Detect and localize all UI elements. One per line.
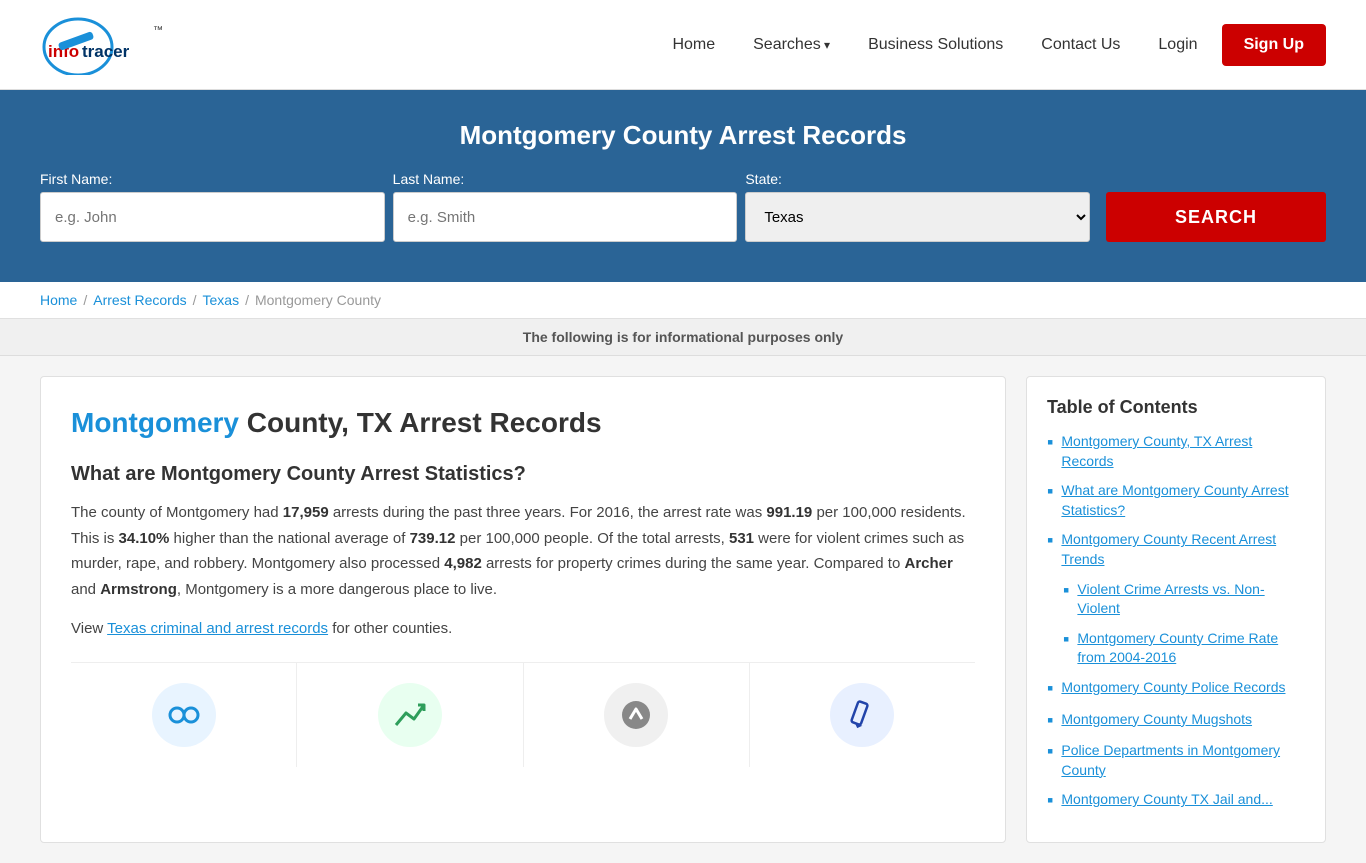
- toc-bullet-7: ▪: [1047, 710, 1053, 732]
- toc-bullet-4: ▪: [1063, 580, 1069, 602]
- heading-rest: County, TX Arrest Records: [239, 407, 602, 438]
- county1-name: Archer: [904, 555, 952, 572]
- nav-searches[interactable]: Searches: [739, 28, 844, 62]
- breadcrumb: Home / Arrest Records / Texas / Montgome…: [40, 292, 1326, 308]
- nav-business-solutions[interactable]: Business Solutions: [854, 28, 1017, 62]
- nav-login[interactable]: Login: [1144, 28, 1211, 62]
- up-icon: [604, 683, 668, 747]
- svg-text:tracer: tracer: [82, 42, 130, 61]
- last-name-group: Last Name:: [393, 171, 738, 242]
- breadcrumb-sep-1: /: [83, 292, 87, 308]
- toc-link-2[interactable]: What are Montgomery County Arrest Statis…: [1061, 481, 1305, 520]
- nav-home[interactable]: Home: [658, 28, 729, 62]
- arrests-count: 17,959: [283, 504, 329, 521]
- toc-link-9[interactable]: Montgomery County TX Jail and...: [1061, 790, 1272, 810]
- view-link-line: View Texas criminal and arrest records f…: [71, 616, 975, 642]
- national-rate: 739.12: [410, 530, 456, 547]
- logo-svg: info tracer ™: [40, 15, 240, 75]
- texas-records-link[interactable]: Texas criminal and arrest records: [107, 620, 328, 637]
- last-name-input[interactable]: [393, 192, 738, 242]
- stats-paragraph: The county of Montgomery had 17,959 arre…: [71, 500, 975, 602]
- toc-bullet-3: ▪: [1047, 530, 1053, 552]
- toc-link-8[interactable]: Police Departments in Montgomery County: [1061, 741, 1305, 780]
- property-count: 4,982: [444, 555, 482, 572]
- toc-link-5[interactable]: Montgomery County Crime Rate from 2004-2…: [1077, 629, 1305, 668]
- hero-section: Montgomery County Arrest Records First N…: [0, 90, 1366, 282]
- pct-higher: 34.10%: [119, 530, 170, 547]
- pen-icon: [830, 683, 894, 747]
- icon-pen: [750, 663, 975, 767]
- toc-item-6: ▪ Montgomery County Police Records: [1047, 678, 1305, 700]
- state-select[interactable]: Texas Alabama Alaska Arizona California: [745, 192, 1090, 242]
- toc-list: ▪ Montgomery County, TX Arrest Records ▪…: [1047, 432, 1305, 812]
- arrest-rate: 991.19: [766, 504, 812, 521]
- toc-link-7[interactable]: Montgomery County Mugshots: [1061, 710, 1252, 730]
- toc-item-9: ▪ Montgomery County TX Jail and...: [1047, 790, 1305, 812]
- info-note-text: The following is for informational purpo…: [523, 329, 843, 345]
- icon-trend: [297, 663, 523, 767]
- svg-text:™: ™: [153, 25, 163, 36]
- toc-bullet-5: ▪: [1063, 629, 1069, 651]
- logo[interactable]: info tracer ™: [40, 15, 240, 75]
- nav-signup-button[interactable]: Sign Up: [1222, 24, 1326, 66]
- main-heading: Montgomery County, TX Arrest Records: [71, 407, 975, 439]
- toc-item-7: ▪ Montgomery County Mugshots: [1047, 710, 1305, 732]
- trend-icon: [378, 683, 442, 747]
- icon-handcuffs: [71, 663, 297, 767]
- stats-heading: What are Montgomery County Arrest Statis…: [71, 463, 975, 486]
- breadcrumb-sep-3: /: [245, 292, 249, 308]
- last-name-label: Last Name:: [393, 171, 465, 187]
- breadcrumb-arrest-records[interactable]: Arrest Records: [93, 292, 186, 308]
- state-label: State:: [745, 171, 782, 187]
- toc-link-1[interactable]: Montgomery County, TX Arrest Records: [1061, 432, 1305, 471]
- search-button[interactable]: SEARCH: [1106, 192, 1326, 242]
- table-of-contents: Table of Contents ▪ Montgomery County, T…: [1026, 376, 1326, 843]
- state-group: State: Texas Alabama Alaska Arizona Cali…: [745, 171, 1090, 242]
- toc-bullet-9: ▪: [1047, 790, 1053, 812]
- toc-bullet-6: ▪: [1047, 678, 1053, 700]
- breadcrumb-texas[interactable]: Texas: [203, 292, 240, 308]
- sidebar: Table of Contents ▪ Montgomery County, T…: [1026, 376, 1326, 843]
- toc-link-6[interactable]: Montgomery County Police Records: [1061, 678, 1285, 698]
- icon-up: [524, 663, 750, 767]
- toc-bullet-2: ▪: [1047, 481, 1053, 503]
- content-area: Montgomery County, TX Arrest Records Wha…: [40, 376, 1006, 843]
- toc-bullet-1: ▪: [1047, 432, 1053, 454]
- main-content: Montgomery County, TX Arrest Records Wha…: [0, 356, 1366, 863]
- violent-count: 531: [729, 530, 754, 547]
- main-nav: Home Searches Business Solutions Contact…: [658, 24, 1326, 66]
- breadcrumb-montgomery-county: Montgomery County: [255, 292, 381, 308]
- toc-item-1: ▪ Montgomery County, TX Arrest Records: [1047, 432, 1305, 471]
- toc-item-3: ▪ Montgomery County Recent Arrest Trends: [1047, 530, 1305, 569]
- toc-link-3[interactable]: Montgomery County Recent Arrest Trends: [1061, 530, 1305, 569]
- first-name-group: First Name:: [40, 171, 385, 242]
- icons-row: [71, 662, 975, 767]
- breadcrumb-sep-2: /: [193, 292, 197, 308]
- county2-name: Armstrong: [100, 581, 177, 598]
- handcuffs-icon: [152, 683, 216, 747]
- breadcrumb-home[interactable]: Home: [40, 292, 77, 308]
- breadcrumb-bar: Home / Arrest Records / Texas / Montgome…: [0, 282, 1366, 319]
- toc-item-8: ▪ Police Departments in Montgomery Count…: [1047, 741, 1305, 780]
- toc-item-2: ▪ What are Montgomery County Arrest Stat…: [1047, 481, 1305, 520]
- search-form: First Name: Last Name: State: Texas Alab…: [40, 171, 1326, 242]
- toc-item-5: ▪ Montgomery County Crime Rate from 2004…: [1047, 629, 1305, 668]
- toc-item-4: ▪ Violent Crime Arrests vs. Non-Violent: [1047, 580, 1305, 619]
- first-name-label: First Name:: [40, 171, 112, 187]
- info-note: The following is for informational purpo…: [0, 319, 1366, 356]
- heading-highlight: Montgomery: [71, 407, 239, 438]
- first-name-input[interactable]: [40, 192, 385, 242]
- toc-link-4[interactable]: Violent Crime Arrests vs. Non-Violent: [1077, 580, 1305, 619]
- header: info tracer ™ Home Searches Business Sol…: [0, 0, 1366, 90]
- toc-bullet-8: ▪: [1047, 741, 1053, 763]
- nav-contact-us[interactable]: Contact Us: [1027, 28, 1134, 62]
- hero-title: Montgomery County Arrest Records: [40, 120, 1326, 151]
- toc-title: Table of Contents: [1047, 397, 1305, 418]
